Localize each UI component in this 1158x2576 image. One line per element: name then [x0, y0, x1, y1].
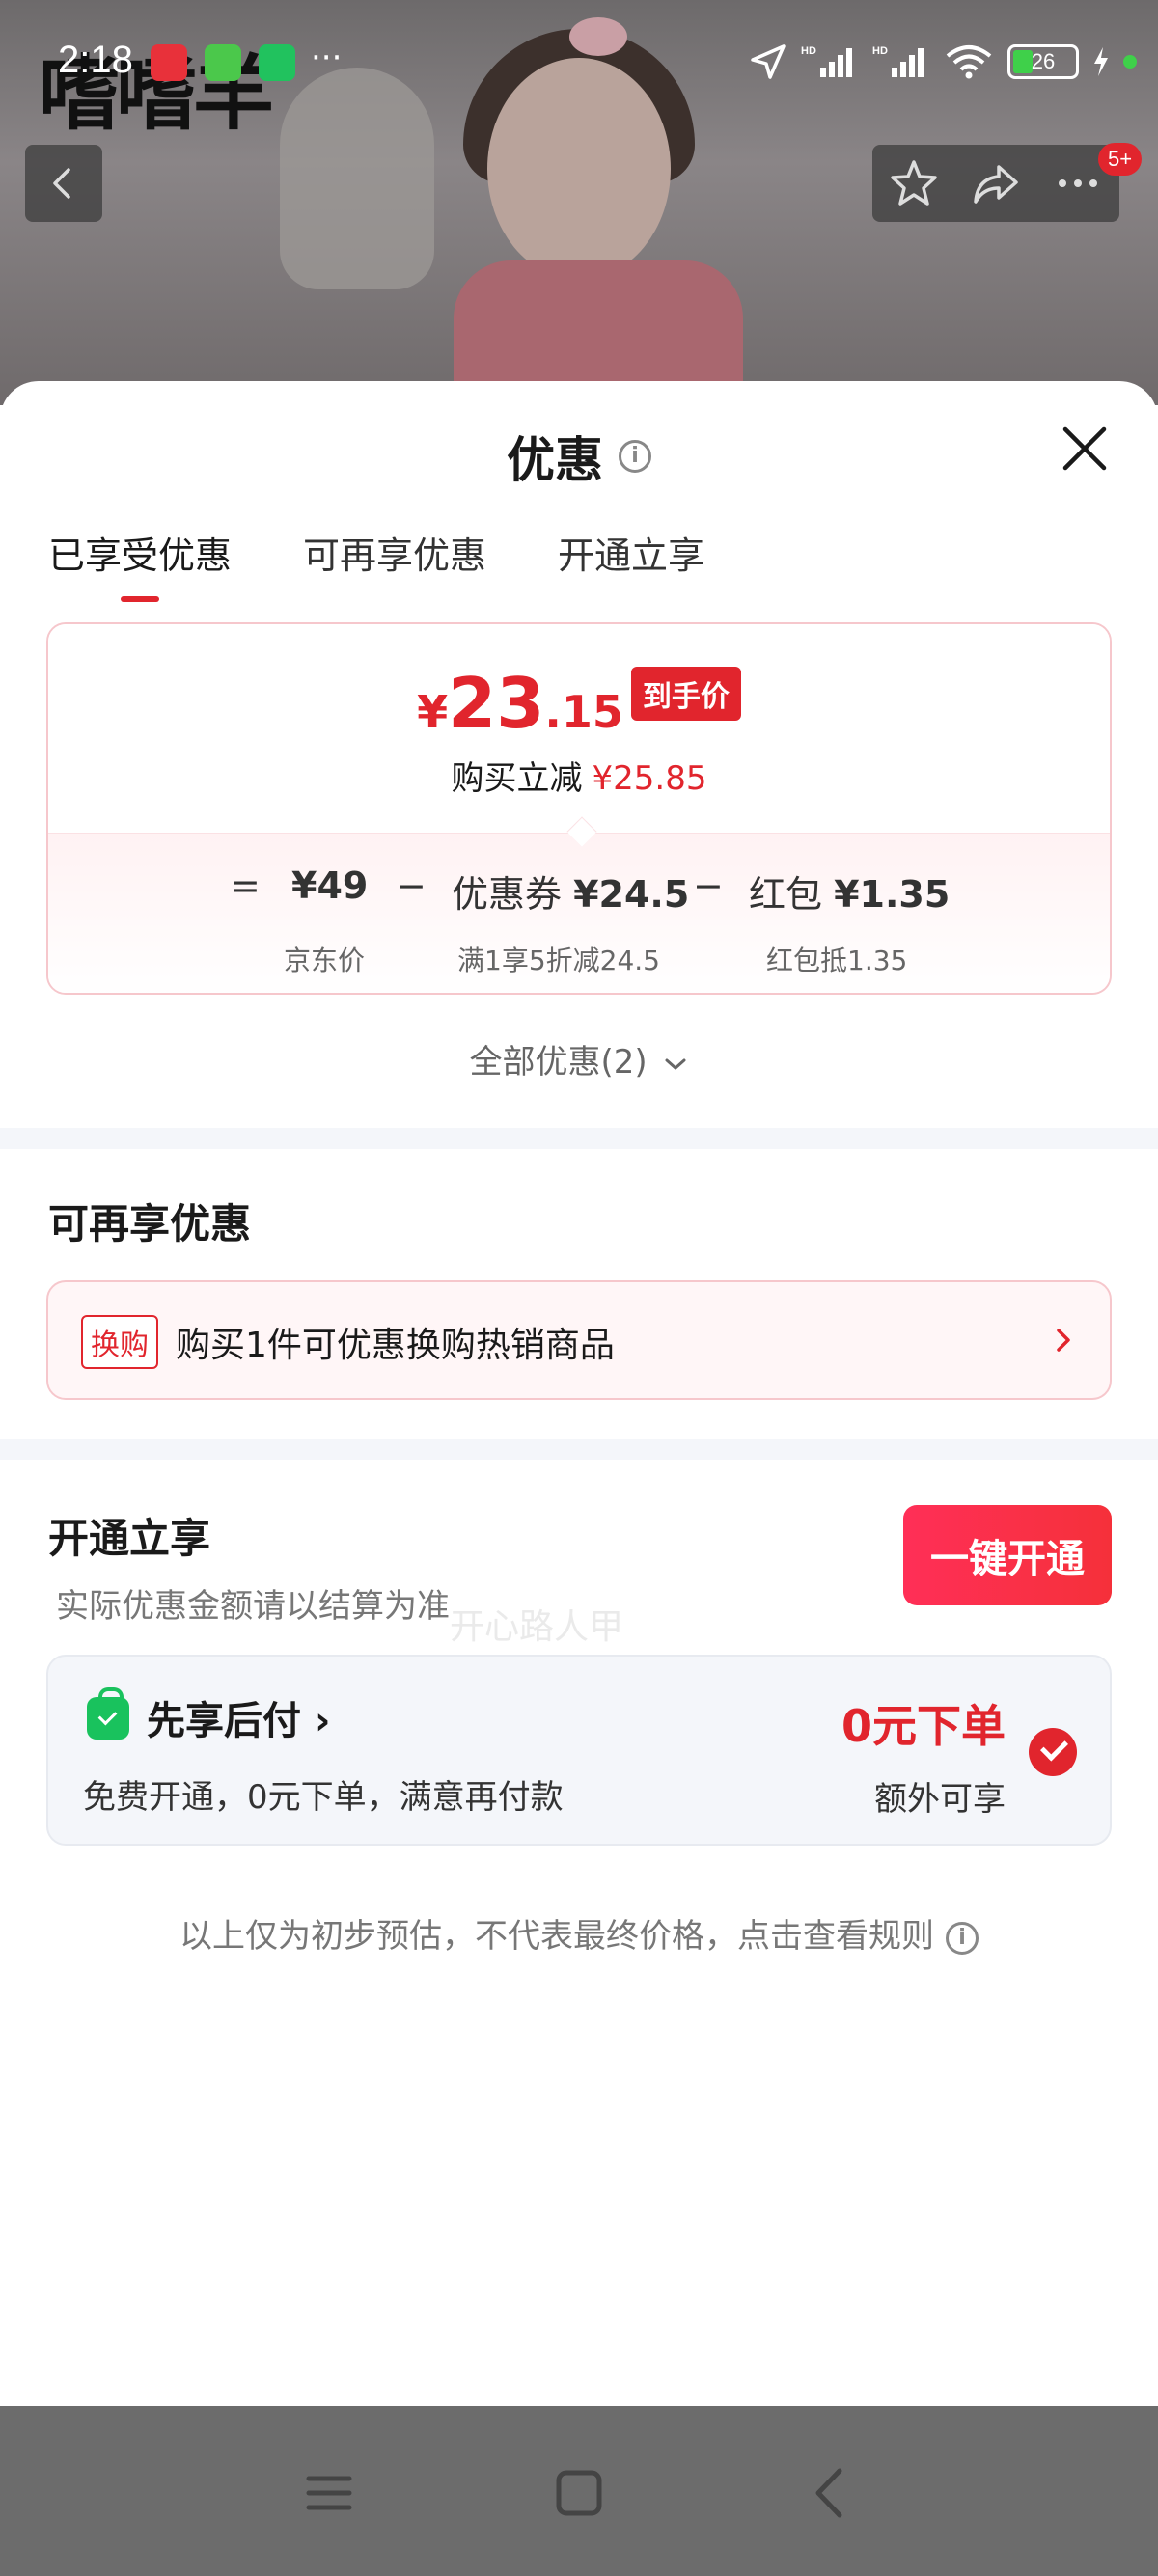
final-price: ¥23.15 到手价 — [48, 663, 1110, 744]
section-divider — [0, 1439, 1158, 1460]
checkmark-icon[interactable] — [1029, 1728, 1077, 1776]
trade-in-text: 购买1件可优惠换购热销商品 — [176, 1326, 615, 1365]
jd-price-label: 京东价 — [284, 945, 366, 976]
battery-icon: 26 — [1007, 44, 1079, 79]
info-icon: i — [946, 1921, 979, 1955]
sheet-header: 优惠 i — [0, 422, 1158, 491]
tab-open-enjoy[interactable]: 开通立享 — [558, 526, 704, 579]
chevron-right-icon: › — [314, 1699, 331, 1743]
more-notifications-icon: ··· — [311, 39, 343, 77]
pay-later-card[interactable]: 先享后付 › 免费开通，0元下单，满意再付款 0元下单 额外可享 — [46, 1655, 1112, 1846]
sheet-title: 优惠 — [507, 432, 603, 488]
price-formula: = ¥49 京东价 − 优惠券 ¥24.5 满1享5折减24.5 − 红包 ¥1… — [48, 833, 1110, 993]
green-bolt-app-icon — [205, 44, 241, 81]
wechat-app-icon — [259, 44, 295, 81]
close-icon[interactable] — [1058, 422, 1112, 476]
back-nav-icon[interactable] — [797, 2459, 865, 2527]
share-icon[interactable] — [970, 157, 1022, 209]
chevron-left-icon — [53, 168, 70, 199]
star-icon[interactable] — [888, 157, 940, 209]
chevron-right-icon — [1057, 1329, 1070, 1352]
reduction-label: 购买立减 — [451, 759, 583, 798]
coupon-desc: 满1享5折减24.5 — [457, 945, 660, 976]
taobao-app-icon — [151, 44, 187, 81]
hongbao-item: 红包 ¥1.35 — [749, 873, 951, 916]
final-price-dec: .15 — [544, 686, 623, 738]
tab-bar: 已享受优惠 可再享优惠 开通立享 — [48, 526, 704, 579]
jd-price-value: ¥49 — [291, 864, 369, 907]
wifi-icon — [946, 45, 992, 79]
signal-hd-icon: HD — [801, 45, 852, 77]
tab-more-discounts[interactable]: 可再享优惠 — [303, 526, 486, 579]
formula-minus-1: − — [396, 864, 427, 907]
open-enjoy-title: 开通立享 — [48, 1515, 211, 1562]
final-price-tag: 到手价 — [630, 667, 741, 721]
instant-reduction-line: 购买立减 ¥25.85 — [48, 752, 1110, 799]
section-divider — [0, 1128, 1158, 1149]
more-icon[interactable] — [1052, 157, 1104, 209]
disclaimer-text: 以上仅为初步预估，不代表最终价格，点击查看规则 — [179, 1917, 934, 1956]
hongbao-desc: 红包抵1.35 — [766, 945, 908, 976]
zero-yuan-order: 0元下单 — [841, 1700, 1006, 1752]
formula-equals: = — [230, 864, 261, 907]
formula-minus-2: − — [693, 864, 724, 907]
svg-text:HD: HD — [801, 45, 816, 57]
tab-enjoyed-discounts[interactable]: 已享受优惠 — [48, 526, 232, 579]
all-deals-toggle[interactable]: 全部优惠(2) — [0, 1035, 1158, 1082]
trade-in-tag: 换购 — [81, 1315, 158, 1369]
system-navigation-bar — [0, 2406, 1158, 2576]
message-count-badge: 5+ — [1098, 143, 1143, 176]
discount-sheet: 优惠 i 已享受优惠 可再享优惠 开通立享 ¥23.15 到手价 购买立减 ¥25.8… — [0, 381, 1158, 2407]
top-actions-group — [872, 145, 1119, 222]
currency-symbol: ¥ — [417, 686, 449, 738]
extra-benefit-label: 额外可享 — [874, 1780, 1006, 1819]
price-summary: ¥23.15 到手价 购买立减 ¥25.85 — [48, 624, 1110, 833]
location-icon — [751, 44, 786, 79]
info-icon[interactable]: i — [619, 440, 651, 473]
charging-icon — [1094, 47, 1108, 76]
watermark-text: 开心路人甲 — [450, 1607, 624, 1647]
price-disclaimer-link[interactable]: 以上仅为初步预估，不代表最终价格，点击查看规则 i — [0, 1909, 1158, 1957]
all-deals-label: 全部优惠(2) — [469, 1043, 648, 1082]
pay-later-title: 先享后付 › — [147, 1699, 331, 1743]
open-enjoy-note: 实际优惠金额请以结算为准 — [56, 1587, 450, 1626]
price-breakdown-card: ¥23.15 到手价 购买立减 ¥25.85 = ¥49 京东价 − 优惠券 ¥24… — [46, 622, 1112, 995]
trade-in-offer-card[interactable]: 换购 购买1件可优惠换购热销商品 — [46, 1280, 1112, 1400]
status-bar: 2:18 ··· HD HD 26 — [0, 0, 1158, 131]
status-right-group: HD HD 26 — [749, 42, 1137, 81]
status-time: 2:18 — [58, 39, 133, 81]
signal-hd-2-icon: HD — [872, 45, 924, 77]
more-discounts-title: 可再享优惠 — [48, 1200, 252, 1247]
privacy-indicator-dot — [1123, 55, 1137, 69]
reduction-amount: ¥25.85 — [592, 759, 707, 798]
final-price-int: 23 — [448, 663, 545, 744]
home-icon[interactable] — [545, 2459, 613, 2527]
chevron-down-icon — [665, 1058, 686, 1069]
pay-later-desc: 免费开通，0元下单，满意再付款 — [83, 1778, 564, 1817]
menu-icon[interactable] — [295, 2459, 363, 2527]
one-click-open-button[interactable]: 一键开通 — [903, 1505, 1112, 1605]
svg-text:HD: HD — [872, 45, 888, 57]
shopping-bag-icon — [87, 1687, 129, 1740]
coupon-item: 优惠券 ¥24.5 — [452, 873, 690, 916]
back-button[interactable] — [25, 145, 102, 222]
